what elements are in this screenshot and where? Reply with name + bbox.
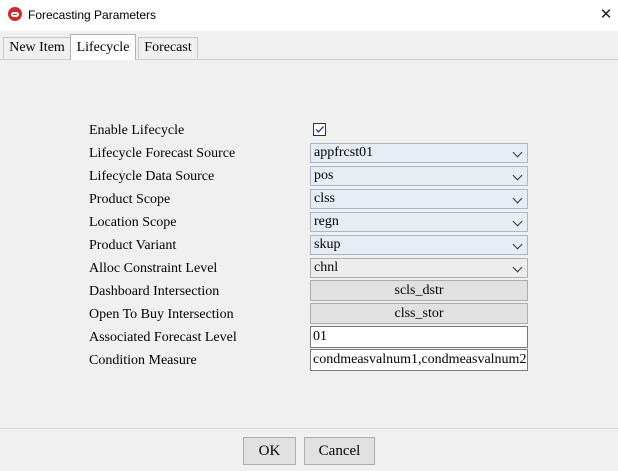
title-bar: Forecasting Parameters ✕ (0, 0, 618, 31)
tab-forecast[interactable]: Forecast (138, 37, 198, 58)
product-scope-label: Product Scope (89, 192, 171, 207)
chevron-down-icon (512, 239, 523, 250)
product-variant-select[interactable]: skup (310, 235, 528, 255)
tab-label: New Item (9, 40, 65, 55)
condition-measure-label: Condition Measure (89, 353, 197, 368)
cancel-label: Cancel (318, 442, 361, 459)
location-scope-select[interactable]: regn (310, 212, 528, 232)
oracle-logo-icon (8, 7, 22, 21)
enable-lifecycle-label: Enable Lifecycle (89, 123, 185, 138)
tab-label: Forecast (144, 40, 192, 55)
select-value: pos (314, 168, 334, 183)
condition-measure-input[interactable]: condmeasvalnum1,condmeasvalnum2 (310, 349, 528, 371)
tab-label: Lifecycle (76, 39, 130, 55)
chevron-down-icon (512, 216, 523, 227)
chevron-down-icon (512, 147, 523, 158)
ok-button[interactable]: OK (243, 437, 296, 465)
tab-new-item[interactable]: New Item (3, 37, 71, 58)
chevron-down-icon (512, 170, 523, 181)
dashboard-intersection-button[interactable]: scls_dstr (310, 280, 528, 301)
open-to-buy-intersection-button[interactable]: clss_stor (310, 303, 528, 324)
lifecycle-forecast-source-label: Lifecycle Forecast Source (89, 146, 236, 161)
input-value: 01 (313, 329, 327, 344)
button-value: clss_stor (394, 306, 444, 321)
alloc-constraint-level-select[interactable]: chnl (310, 258, 528, 278)
footer-divider (0, 428, 618, 429)
tab-lifecycle[interactable]: Lifecycle (70, 34, 136, 60)
input-value: condmeasvalnum1,condmeasvalnum2 (313, 352, 527, 367)
open-to-buy-intersection-label: Open To Buy Intersection (89, 307, 234, 322)
window-title: Forecasting Parameters (28, 8, 157, 22)
associated-forecast-level-label: Associated Forecast Level (89, 330, 237, 345)
dashboard-intersection-label: Dashboard Intersection (89, 284, 220, 299)
select-value: skup (314, 237, 341, 252)
lifecycle-forecast-source-select[interactable]: appfrcst01 (310, 143, 528, 163)
chevron-down-icon (512, 262, 523, 273)
associated-forecast-level-input[interactable]: 01 (310, 326, 528, 348)
lifecycle-data-source-select[interactable]: pos (310, 166, 528, 186)
location-scope-label: Location Scope (89, 215, 177, 230)
lifecycle-data-source-label: Lifecycle Data Source (89, 169, 215, 184)
select-value: clss (314, 191, 335, 206)
close-icon[interactable]: ✕ (596, 4, 616, 24)
alloc-constraint-level-label: Alloc Constraint Level (89, 261, 218, 276)
check-icon (315, 126, 325, 134)
select-value: regn (314, 214, 339, 229)
tab-bar: New Item Lifecycle Forecast (0, 34, 618, 60)
chevron-down-icon (512, 193, 523, 204)
enable-lifecycle-checkbox[interactable] (313, 123, 326, 136)
select-value: chnl (314, 260, 339, 275)
select-value: appfrcst01 (314, 145, 374, 160)
product-variant-label: Product Variant (89, 238, 177, 253)
cancel-button[interactable]: Cancel (304, 437, 375, 465)
ok-label: OK (258, 442, 281, 459)
product-scope-select[interactable]: clss (310, 189, 528, 209)
button-value: scls_dstr (394, 283, 444, 298)
